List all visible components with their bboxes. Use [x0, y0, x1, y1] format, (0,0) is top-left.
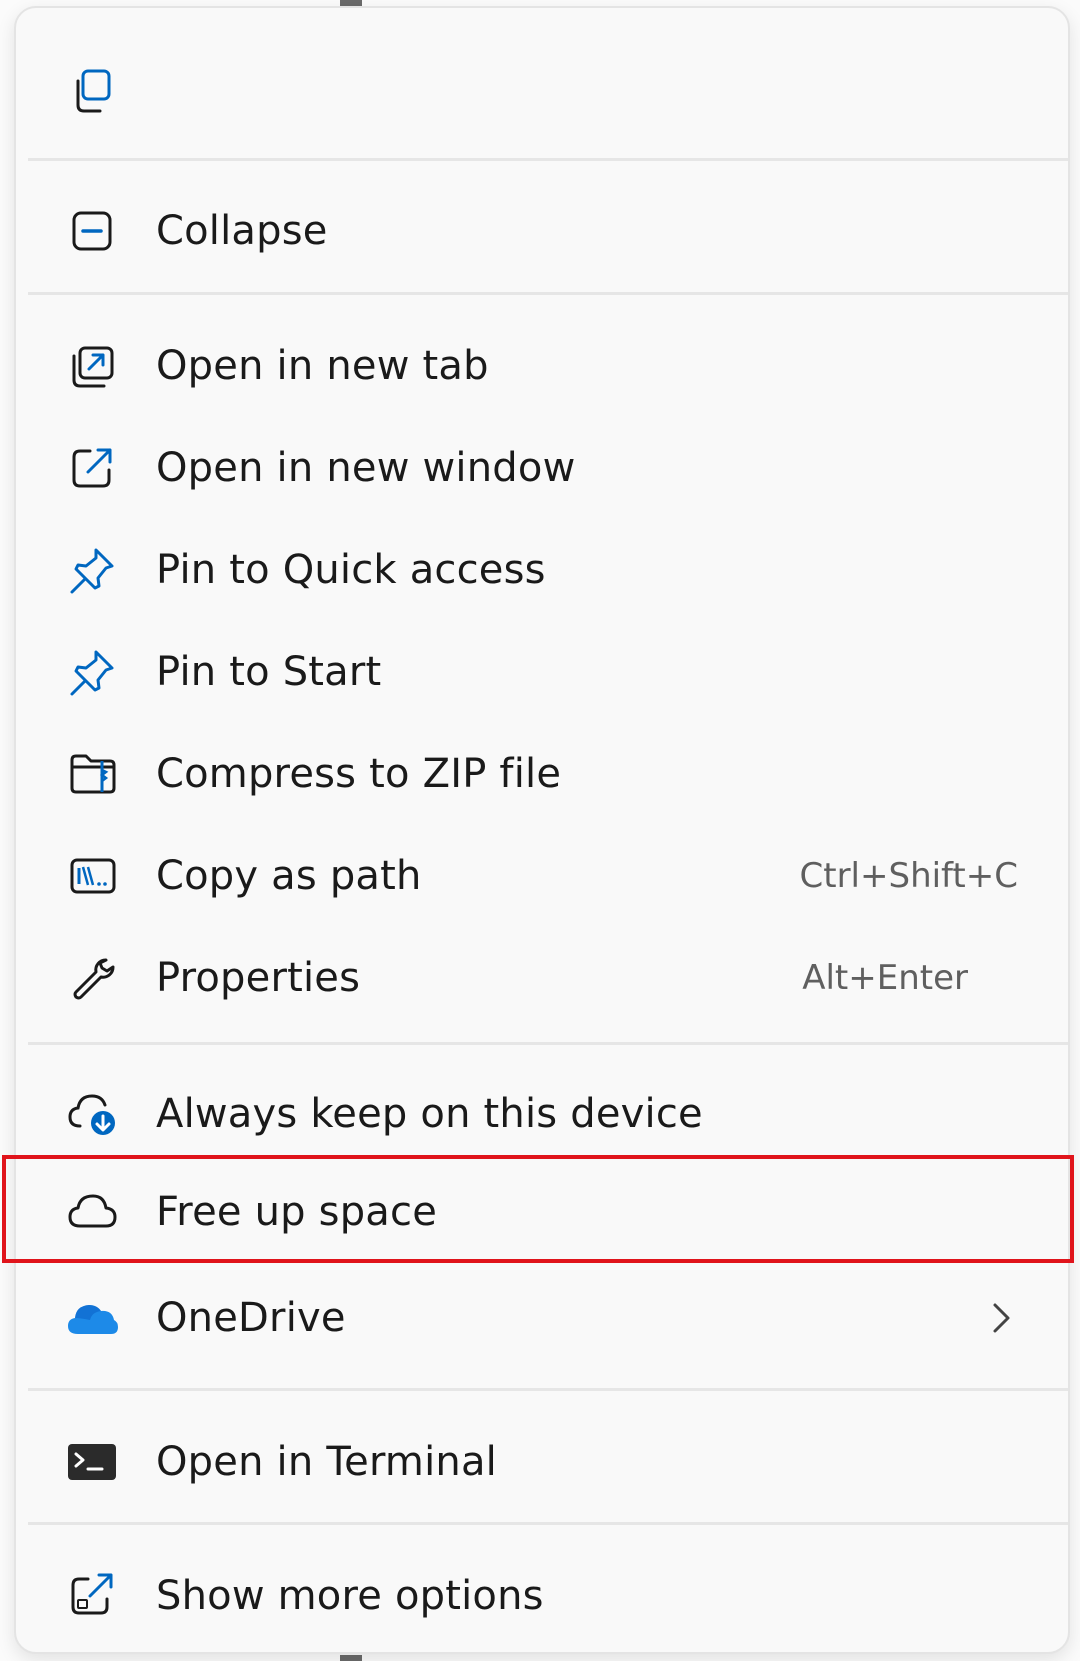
menu-item-label: Open in new tab — [156, 343, 489, 389]
separator — [28, 1522, 1068, 1525]
separator — [28, 292, 1068, 295]
menu-item-label: Always keep on this device — [156, 1091, 703, 1137]
menu-item-pin-quick-access[interactable]: Pin to Quick access — [16, 522, 1068, 618]
menu-item-open-new-window[interactable]: Open in new window — [16, 420, 1068, 516]
cloud-download-icon — [66, 1088, 118, 1140]
keyboard-shortcut: Alt+Enter — [802, 958, 968, 998]
open-new-tab-icon — [66, 340, 118, 392]
menu-item-compress-zip[interactable]: Compress to ZIP file — [16, 726, 1068, 822]
open-new-window-icon — [66, 442, 118, 494]
pin-icon — [66, 646, 118, 698]
menu-item-properties[interactable]: Properties Alt+Enter — [16, 930, 1068, 1026]
menu-item-free-up-space[interactable]: Free up space — [16, 1164, 1068, 1260]
chevron-right-icon — [993, 1303, 1010, 1333]
menu-item-collapse[interactable]: Collapse — [16, 186, 1068, 276]
menu-item-label: Free up space — [156, 1189, 437, 1235]
menu-item-onedrive[interactable]: OneDrive — [16, 1270, 1068, 1366]
menu-item-label: Show more options — [156, 1573, 544, 1619]
onedrive-icon — [66, 1292, 118, 1344]
menu-item-always-keep[interactable]: Always keep on this device — [16, 1066, 1068, 1162]
menu-item-open-new-tab[interactable]: Open in new tab — [16, 318, 1068, 414]
wrench-icon — [66, 952, 118, 1004]
menu-item-label: Open in Terminal — [156, 1439, 497, 1485]
cloud-outline-icon — [66, 1186, 118, 1238]
menu-item-label: Copy as path — [156, 853, 422, 899]
menu-item-label: Collapse — [156, 208, 328, 254]
menu-item-label: Compress to ZIP file — [156, 751, 562, 797]
menu-item-open-terminal[interactable]: Open in Terminal — [16, 1414, 1068, 1510]
menu-item-copy-as-path[interactable]: Copy as path Ctrl+Shift+C — [16, 828, 1068, 924]
menu-item-label: Open in new window — [156, 445, 576, 491]
separator — [28, 1042, 1068, 1045]
copy-path-icon — [66, 850, 118, 902]
background-scroll-mark-bottom — [340, 1655, 362, 1661]
menu-item-label: Pin to Start — [156, 649, 382, 695]
menu-item-label: Properties — [156, 955, 361, 1001]
separator — [28, 1388, 1068, 1391]
copy-icon — [66, 65, 118, 117]
zip-folder-icon — [66, 748, 118, 800]
copy-button[interactable] — [16, 48, 1068, 134]
show-more-icon — [66, 1570, 118, 1622]
menu-item-label: OneDrive — [156, 1295, 346, 1341]
menu-item-label: Pin to Quick access — [156, 547, 546, 593]
keyboard-shortcut: Ctrl+Shift+C — [799, 856, 1019, 896]
menu-item-show-more-options[interactable]: Show more options — [16, 1548, 1068, 1644]
pin-icon — [66, 544, 118, 596]
collapse-icon — [66, 205, 118, 257]
terminal-icon — [66, 1436, 118, 1488]
separator — [28, 158, 1068, 161]
menu-item-pin-start[interactable]: Pin to Start — [16, 624, 1068, 720]
context-menu: Collapse Open in new tab Open in new win… — [14, 6, 1070, 1654]
